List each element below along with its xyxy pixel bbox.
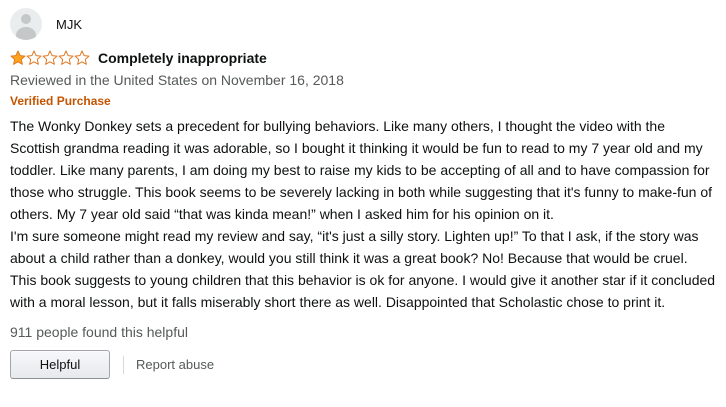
customer-review: MJK Completely inappropriate Reviewed in…	[10, 8, 716, 379]
reviewer-name[interactable]: MJK	[56, 17, 82, 32]
review-body: The Wonky Donkey sets a precedent for bu…	[10, 115, 716, 313]
star-filled-icon	[10, 50, 26, 65]
review-paragraph: I'm sure someone might read my review an…	[10, 228, 716, 310]
review-paragraph: The Wonky Donkey sets a precedent for bu…	[10, 118, 713, 222]
verified-purchase-badge: Verified Purchase	[10, 94, 111, 108]
reviewer-profile[interactable]: MJK	[10, 8, 716, 40]
divider	[123, 355, 124, 374]
review-actions: Helpful Report abuse	[10, 350, 716, 379]
rating-row: Completely inappropriate	[10, 49, 716, 67]
review-date: Reviewed in the United States on Novembe…	[10, 72, 344, 88]
star-rating[interactable]	[10, 50, 90, 66]
helpful-button[interactable]: Helpful	[10, 350, 110, 379]
review-title[interactable]: Completely inappropriate	[98, 50, 267, 66]
star-empty-icon	[42, 50, 58, 65]
star-empty-icon	[26, 50, 42, 65]
helpful-count: 911 people found this helpful	[10, 324, 188, 340]
star-empty-icon	[58, 50, 74, 65]
star-empty-icon	[74, 50, 90, 65]
default-avatar-icon	[10, 8, 42, 40]
report-abuse-link[interactable]: Report abuse	[136, 357, 214, 372]
